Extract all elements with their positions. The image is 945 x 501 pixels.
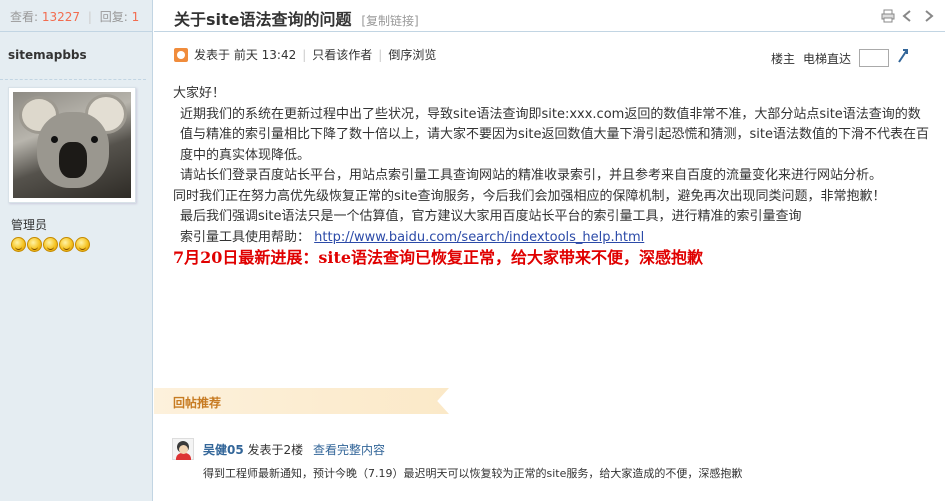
post-meta: 发表于 前天 13:42 | 只看该作者 | 倒序浏览 — [174, 46, 436, 63]
stats-separator: | — [87, 10, 92, 24]
next-thread-icon[interactable] — [921, 9, 935, 23]
print-icon[interactable] — [881, 9, 895, 23]
help-line: 索引量工具使用帮助： http://www.baidu.com/search/i… — [173, 228, 933, 249]
rank-star-icon — [27, 237, 42, 252]
rank-star-icon — [11, 237, 26, 252]
prev-thread-icon[interactable] — [901, 9, 915, 23]
reply-avatar[interactable] — [172, 438, 194, 460]
reply-user-link[interactable]: 吴健05 — [203, 443, 244, 457]
content-paragraph: 近期我们的系统在更新过程中出了些状况，导致site语法查询即site:xxx.c… — [180, 106, 929, 163]
jump-label: 电梯直达 — [802, 51, 851, 66]
view-full-link[interactable]: 查看完整内容 — [313, 443, 385, 457]
help-link[interactable]: http://www.baidu.com/search/indextools_h… — [314, 230, 644, 245]
rank-stars — [11, 237, 90, 252]
rank-star-icon — [59, 237, 74, 252]
online-status-icon — [174, 47, 188, 62]
replies-label: 回复: — [99, 10, 128, 24]
only-author-link[interactable]: 只看该作者 — [312, 46, 372, 63]
reply-text: 得到工程师最新通知，预计今晚（7.19）最迟明天可以恢复较为正常的site服务，… — [203, 467, 743, 480]
meta-separator: | — [302, 47, 307, 62]
post-content: 大家好！ 近期我们的系统在更新过程中出了些状况，导致site语法查询即site:… — [173, 84, 933, 269]
help-label: 索引量工具使用帮助： — [180, 229, 311, 245]
thread-title: 关于site语法查询的问题 — [174, 10, 352, 29]
thread-stats: 查看: 13227 | 回复: 1 — [0, 0, 152, 32]
floor-nav: 楼主 电梯直达 — [771, 48, 909, 68]
thread-tools — [881, 9, 935, 23]
jump-arrow-icon[interactable] — [897, 48, 909, 68]
post-time: 发表于 前天 13:42 — [194, 48, 297, 62]
meta-separator: | — [378, 47, 383, 62]
koala-avatar-image — [13, 92, 131, 198]
author-avatar[interactable] — [8, 87, 136, 203]
rank-star-icon — [75, 237, 90, 252]
content-paragraph: 最后我们强调site语法只是一个估算值，官方建议大家用百度站长平台的索引量工具，… — [180, 209, 802, 224]
floor-label: 楼主 — [770, 51, 795, 66]
post-main: 关于site语法查询的问题 [复制链接] 发表于 前天 13:42 | 只看该作… — [154, 0, 945, 501]
content-paragraph: 请站长们登录百度站长平台，用站点索引量工具查询网站的精准收录索引，并且参考来自百… — [180, 168, 883, 183]
author-sidebar: 查看: 13227 | 回复: 1 sitemapbbs 管理员 — [0, 0, 153, 501]
views-count: 13227 — [41, 10, 81, 24]
floor-jump-input[interactable] — [859, 49, 889, 67]
content-paragraph: 同时我们正在努力高优先级恢复正常的site查询服务，今后我们会加强相应的保障机制… — [173, 188, 886, 204]
greeting-text: 大家好！ — [173, 86, 226, 101]
reply-header: 吴健05 发表于2楼 查看完整内容 — [203, 441, 385, 458]
rank-star-icon — [43, 237, 58, 252]
reverse-order-link[interactable]: 倒序浏览 — [388, 46, 436, 63]
replies-count: 1 — [131, 10, 140, 24]
copy-link-button[interactable]: [复制链接] — [361, 14, 418, 28]
thread-title-bar: 关于site语法查询的问题 [复制链接] — [154, 0, 945, 32]
reply-floor: 发表于2楼 — [247, 443, 304, 457]
author-role[interactable]: 管理员 — [11, 216, 47, 233]
progress-update: 7月20日最新进展：site语法查询已恢复正常，给大家带来不便，深感抱歉 — [173, 248, 704, 267]
recommend-label: 回帖推荐 — [173, 396, 222, 410]
author-name[interactable]: sitemapbbs — [0, 32, 146, 80]
views-label: 查看: — [10, 10, 39, 24]
